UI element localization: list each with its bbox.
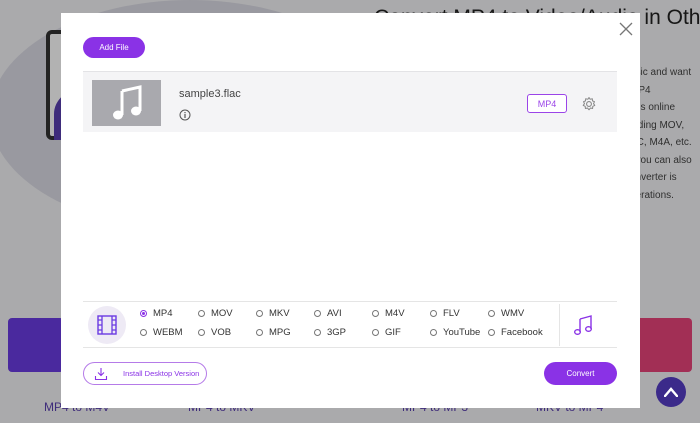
format-option-vob[interactable]: VOB: [198, 327, 256, 338]
format-label: MP4: [153, 308, 173, 319]
format-option-mkv[interactable]: MKV: [256, 308, 314, 319]
format-label: MKV: [269, 308, 290, 319]
format-option-flv[interactable]: FLV: [430, 308, 488, 319]
info-icon[interactable]: [179, 109, 191, 121]
file-name: sample3.flac: [179, 88, 241, 100]
close-icon: [619, 22, 633, 36]
format-option-youtube[interactable]: YouTube: [430, 327, 488, 338]
format-option-wmv[interactable]: WMV: [488, 308, 546, 319]
gear-icon[interactable]: [581, 96, 597, 112]
add-file-button[interactable]: Add File: [83, 37, 145, 58]
music-note-icon: [112, 85, 141, 120]
format-label: MOV: [211, 308, 233, 319]
download-icon: [94, 367, 108, 380]
radio-button[interactable]: [256, 310, 263, 317]
format-label: GIF: [385, 327, 401, 338]
format-option-3gp[interactable]: 3GP: [314, 327, 372, 338]
format-option-webm[interactable]: WEBM: [140, 327, 198, 338]
radio-button[interactable]: [488, 310, 495, 317]
radio-button[interactable]: [256, 329, 263, 336]
format-option-avi[interactable]: AVI: [314, 308, 372, 319]
radio-button[interactable]: [140, 329, 147, 336]
format-label: 3GP: [327, 327, 347, 338]
close-button[interactable]: [617, 20, 635, 38]
radio-button[interactable]: [140, 310, 147, 317]
format-label: FLV: [443, 308, 460, 319]
format-label: VOB: [211, 327, 232, 338]
format-option-mov[interactable]: MOV: [198, 308, 256, 319]
arrow-up-icon: [664, 387, 678, 397]
radio-button[interactable]: [372, 329, 379, 336]
format-option-mp4[interactable]: MP4: [140, 308, 198, 319]
format-label: M4V: [385, 308, 405, 319]
radio-button[interactable]: [314, 329, 321, 336]
format-label: AVI: [327, 308, 342, 319]
format-option-mpg[interactable]: MPG: [256, 327, 314, 338]
format-panel: MP4 MOV MKV AVI M4V FLV WMV WEBM VOB MPG…: [83, 301, 617, 348]
radio-button[interactable]: [430, 329, 437, 336]
audio-note-icon: [574, 315, 592, 335]
radio-button[interactable]: [488, 329, 495, 336]
format-label: WEBM: [153, 327, 183, 338]
convert-button[interactable]: Convert: [544, 362, 617, 385]
install-desktop-label: Install Desktop Version: [123, 369, 200, 378]
radio-button[interactable]: [198, 329, 205, 336]
format-label: MPG: [269, 327, 291, 338]
radio-button[interactable]: [314, 310, 321, 317]
format-options-grid: MP4 MOV MKV AVI M4V FLV WMV WEBM VOB MPG…: [140, 308, 560, 338]
format-label: WMV: [501, 308, 525, 319]
radio-button[interactable]: [430, 310, 437, 317]
scroll-top-button[interactable]: [656, 377, 686, 407]
format-option-gif[interactable]: GIF: [372, 327, 430, 338]
audio-format-tab[interactable]: [570, 312, 596, 338]
install-desktop-button[interactable]: Install Desktop Version: [83, 362, 207, 385]
format-option-m4v[interactable]: M4V: [372, 308, 430, 319]
format-label: YouTube: [443, 327, 481, 338]
radio-button[interactable]: [198, 310, 205, 317]
format-label: Facebook: [501, 327, 543, 338]
divider: [559, 304, 560, 346]
file-row: sample3.flac MP4: [83, 71, 617, 132]
video-format-tab[interactable]: [88, 306, 126, 344]
film-icon: [97, 315, 117, 335]
converter-modal: Add File sample3.flac MP4 MP4 MOV MKV AV…: [61, 13, 640, 408]
file-thumbnail: [92, 80, 161, 126]
format-option-facebook[interactable]: Facebook: [488, 327, 546, 338]
output-format-badge[interactable]: MP4: [527, 94, 567, 113]
radio-button[interactable]: [372, 310, 379, 317]
